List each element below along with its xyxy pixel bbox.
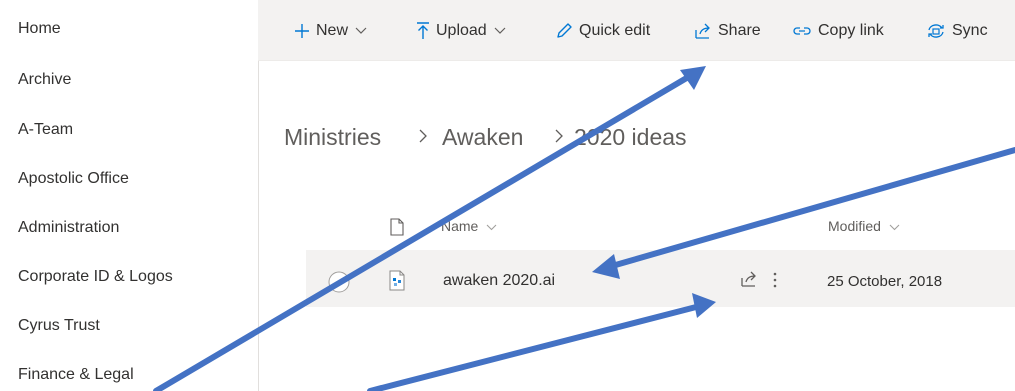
upload-icon [416, 22, 430, 40]
quick-edit-button[interactable]: Quick edit [555, 19, 650, 43]
nav-item-home[interactable]: Home [18, 20, 61, 38]
column-header-modified-label: Modified [828, 218, 881, 234]
left-navigation: Home Archive A-Team Apostolic Office Adm… [0, 0, 259, 391]
more-vertical-icon[interactable] [772, 271, 778, 294]
sharepoint-document-library: Home Archive A-Team Apostolic Office Adm… [0, 0, 1015, 391]
column-header-modified[interactable]: Modified [828, 218, 900, 234]
arrowhead-share-button [680, 66, 706, 90]
nav-item-cyrus-trust[interactable]: Cyrus Trust [18, 317, 100, 335]
chevron-down-icon [486, 218, 497, 234]
chevron-down-icon [889, 218, 900, 234]
chevron-right-icon [555, 129, 563, 143]
share-icon[interactable] [740, 270, 758, 293]
pencil-icon [555, 22, 573, 40]
sync-label: Sync [952, 22, 988, 39]
annotation-arrow-to-file-name [609, 147, 1015, 269]
nav-item-archive[interactable]: Archive [18, 71, 71, 89]
breadcrumb-item-2020-ideas: 2020 ideas [574, 124, 687, 150]
sync-button[interactable]: Sync [926, 19, 988, 43]
upload-button[interactable]: Upload [416, 19, 506, 43]
column-header-name-label: Name [441, 218, 479, 234]
nav-item-administration[interactable]: Administration [18, 219, 119, 237]
chevron-right-icon [419, 129, 427, 143]
quick-edit-label: Quick edit [579, 22, 651, 39]
nav-item-a-team[interactable]: A-Team [18, 121, 73, 139]
row-select-radio[interactable] [328, 271, 350, 298]
link-icon [792, 24, 812, 38]
copy-link-button[interactable]: Copy link [792, 19, 884, 43]
new-button[interactable]: New [294, 19, 367, 43]
chevron-down-icon [494, 27, 506, 35]
new-label: New [316, 22, 349, 39]
document-icon [390, 218, 404, 241]
share-button[interactable]: Share [694, 19, 761, 43]
sync-icon [926, 22, 946, 40]
breadcrumb-item-awaken[interactable]: Awaken [442, 124, 523, 151]
share-icon [694, 22, 712, 40]
ai-file-icon [389, 270, 405, 296]
file-name-link[interactable]: awaken 2020.ai [443, 272, 555, 290]
annotation-arrow-to-row-share-icon [367, 303, 703, 391]
upload-label: Upload [436, 22, 487, 39]
nav-item-corporate-id-logos[interactable]: Corporate ID & Logos [18, 268, 173, 286]
nav-item-apostolic-office[interactable]: Apostolic Office [18, 170, 129, 188]
plus-icon [294, 23, 310, 39]
column-header-name[interactable]: Name [441, 218, 497, 234]
chevron-down-icon [355, 27, 367, 35]
nav-item-finance-legal[interactable]: Finance & Legal [18, 366, 134, 384]
breadcrumb-item-ministries[interactable]: Ministries [284, 124, 381, 151]
share-label: Share [718, 22, 761, 39]
file-modified-date: 25 October, 2018 [827, 273, 943, 290]
copy-link-label: Copy link [818, 22, 884, 39]
